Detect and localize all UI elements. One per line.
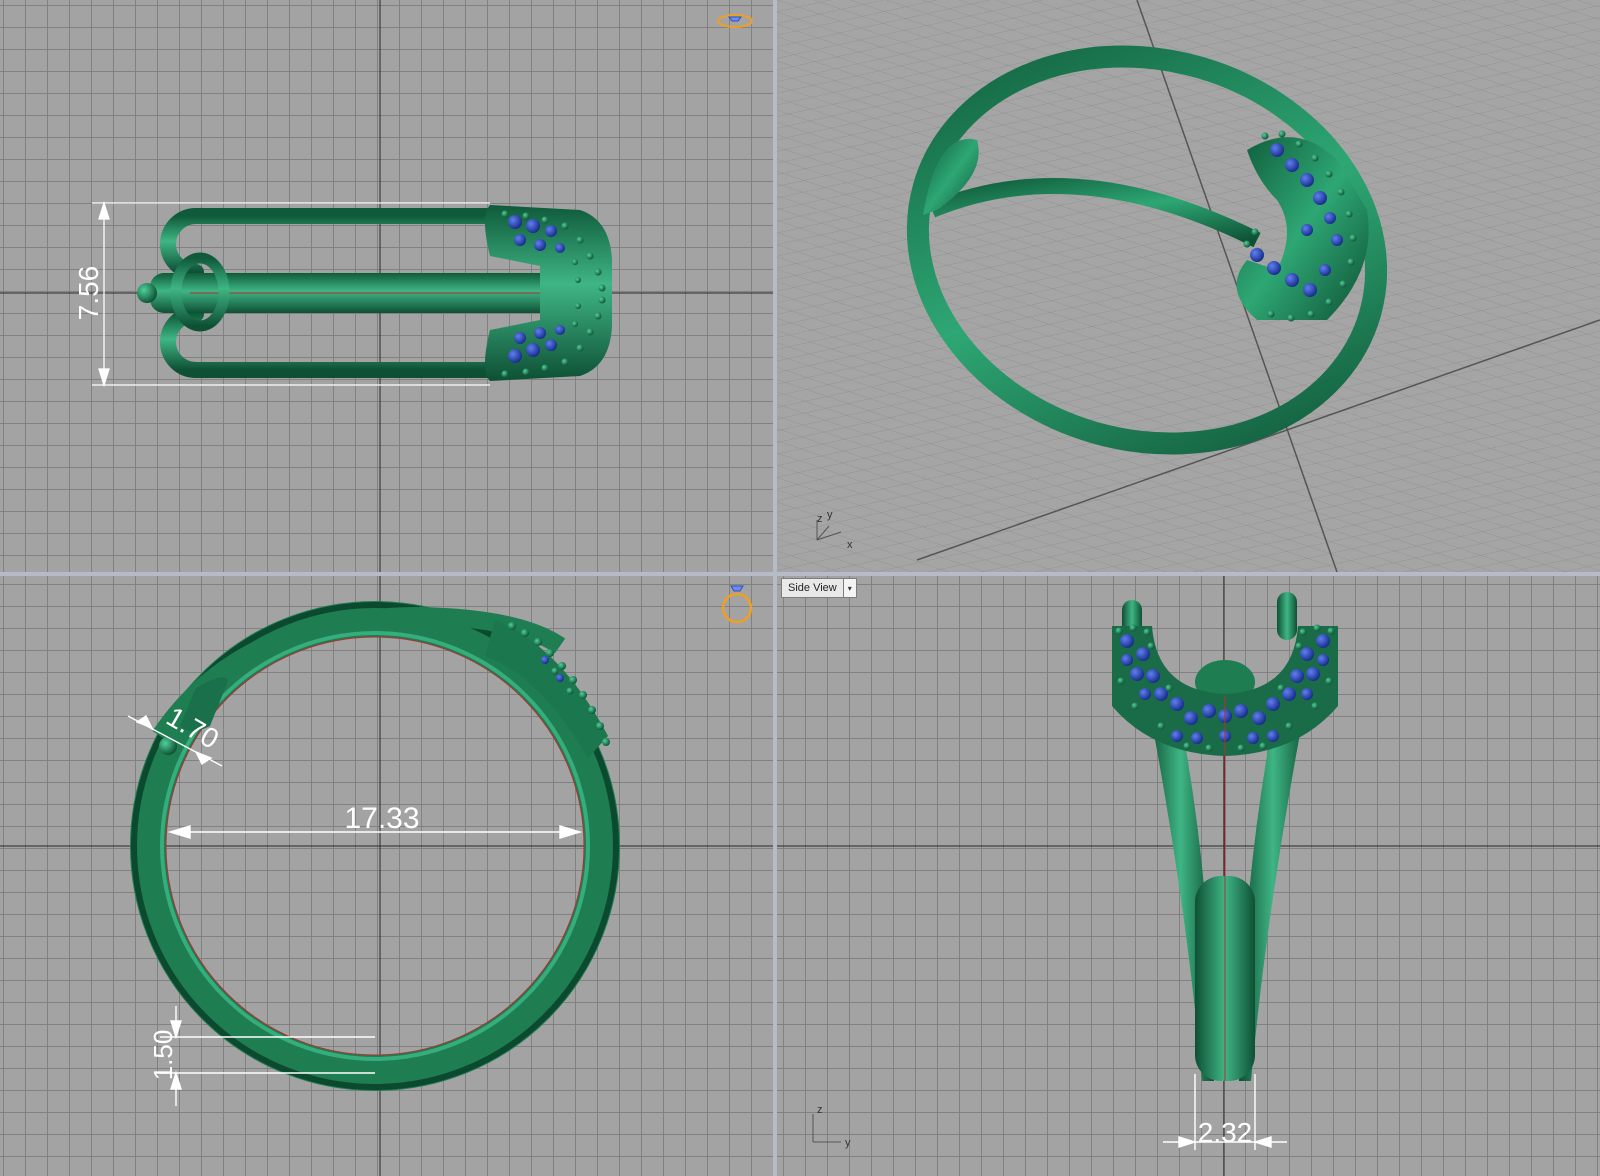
viewport-splitter-vertical[interactable] [773,0,777,1176]
top-view-canvas: 7.56 [0,0,773,572]
chevron-down-icon[interactable]: ▾ [842,579,856,597]
side-axis-z: z [817,1104,823,1116]
perspective-axis-y: y [827,509,833,521]
perspective-axis-x: x [847,539,853,551]
ring-with-gem-top-icon[interactable] [716,10,754,32]
dimension-width-label: 2.32 [1198,1117,1253,1148]
perspective-canvas: x y z [777,0,1600,572]
cad-workspace: 7.56 x y z 17.33 1.70 1.50 2.32 z y Side… [0,0,1600,1176]
top-viewport[interactable]: 7.56 [0,0,773,572]
ring-with-gem-side-icon[interactable] [718,584,756,628]
side-viewport[interactable]: 2.32 z y Side View ▾ [777,576,1600,1176]
dimension-height-label: 7.56 [73,266,104,321]
front-view-canvas: 17.33 1.70 1.50 [0,576,773,1176]
dimension-thickness-label: 1.50 [148,1030,178,1081]
view-selector-label[interactable]: Side View [782,579,843,597]
side-axis-gizmo [812,1114,841,1143]
side-axis-y: y [845,1137,851,1149]
view-selector-tab[interactable]: Side View ▾ [781,578,857,598]
perspective-axis-z: z [817,513,823,525]
front-viewport[interactable]: 17.33 1.70 1.50 [0,576,773,1176]
dimension-diameter-label: 17.33 [344,802,419,835]
viewport-splitter-horizontal[interactable] [0,572,1600,576]
side-view-canvas: 2.32 z y [777,576,1600,1176]
perspective-viewport[interactable]: x y z [777,0,1600,572]
